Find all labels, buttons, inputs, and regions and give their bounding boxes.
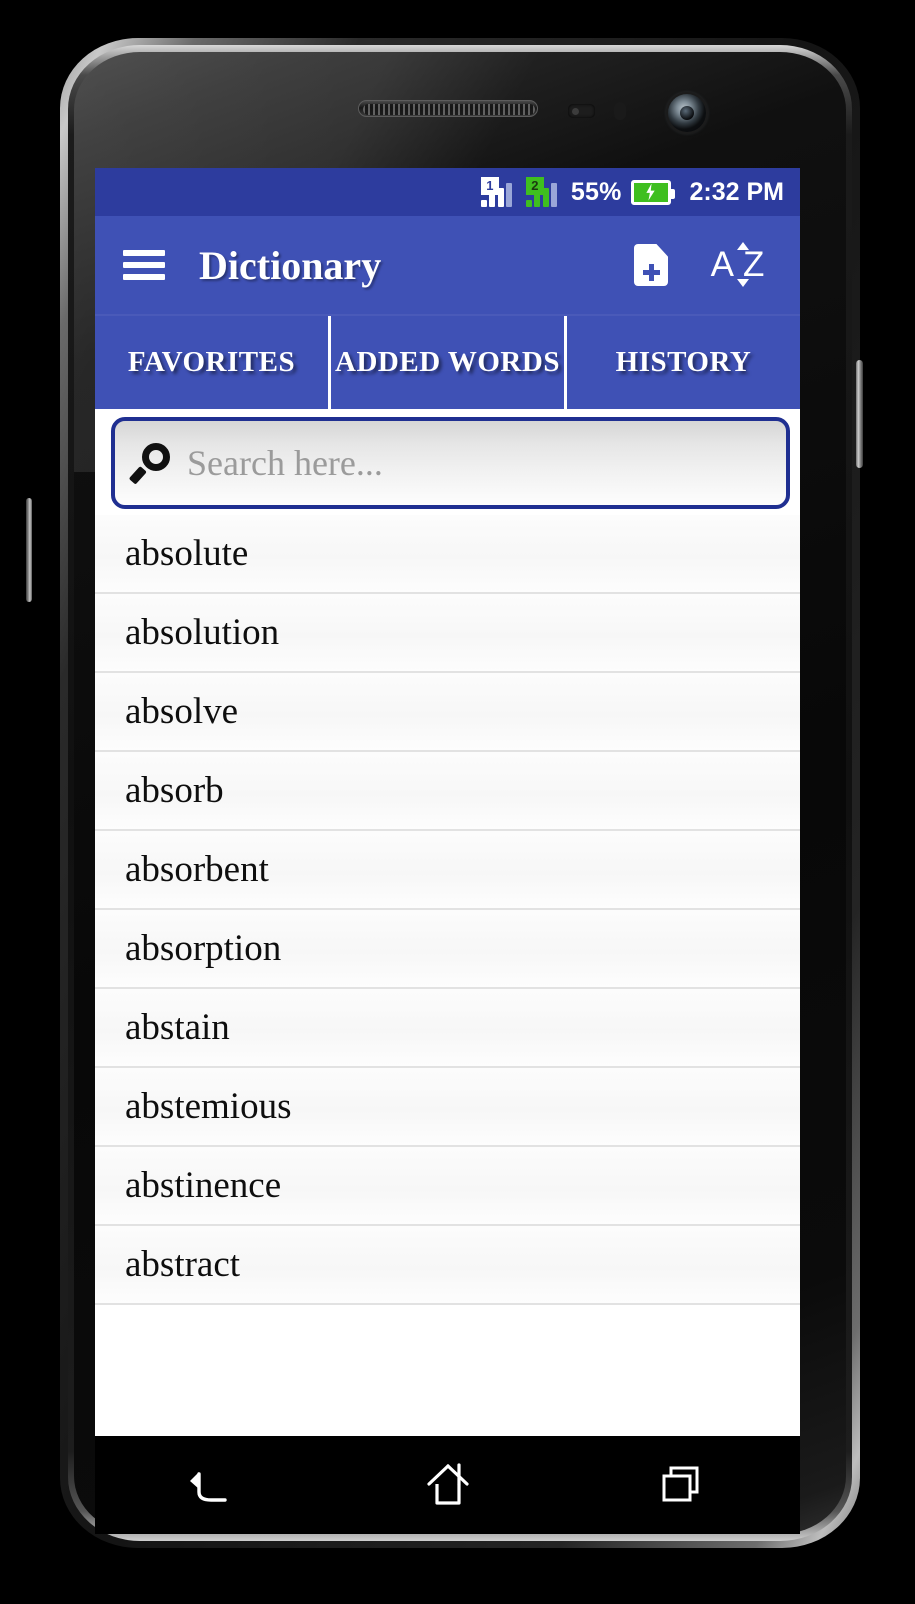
- word-label: absorb: [125, 770, 224, 811]
- charging-bolt-icon: [646, 183, 655, 201]
- sort-alphabetical-icon[interactable]: AZ: [711, 242, 768, 288]
- phone-screen: 1 2 55% 2:32 PM Dictionary AZ FAVORITES …: [95, 168, 800, 1436]
- word-label: abstract: [125, 1244, 241, 1285]
- word-label: abstinence: [125, 1165, 282, 1206]
- status-bar-right: 1 2 55% 2:32 PM: [480, 177, 784, 207]
- status-bar-clock: 2:32 PM: [689, 177, 784, 206]
- light-sensor-icon: [614, 102, 626, 120]
- word-list-item[interactable]: abstinence: [95, 1147, 800, 1226]
- screenshot-root: 1 2 55% 2:32 PM Dictionary AZ FAVORITES …: [0, 0, 915, 1604]
- word-list-item[interactable]: abstract: [95, 1226, 800, 1305]
- power-button[interactable]: [856, 360, 863, 468]
- earpiece-speaker-icon: [358, 100, 538, 117]
- word-list[interactable]: absolute absolution absolve absorb absorbent…: [95, 515, 800, 1305]
- tab-history-label: HISTORY: [615, 346, 752, 378]
- tab-history[interactable]: HISTORY: [564, 316, 800, 409]
- word-label: absolution: [125, 612, 280, 653]
- search-placeholder-label: Search here...: [187, 443, 383, 483]
- word-label: absorption: [125, 928, 282, 969]
- sim1-signal-bars: [480, 183, 517, 207]
- tab-favorites[interactable]: FAVORITES: [95, 316, 328, 409]
- status-bar: 1 2 55% 2:32 PM: [95, 168, 800, 216]
- hamburger-menu-icon[interactable]: [123, 250, 165, 280]
- sim1-signal-icon: 1: [480, 177, 517, 207]
- front-camera-icon: [668, 94, 706, 132]
- word-label: abstemious: [125, 1086, 292, 1127]
- document-add-icon[interactable]: [634, 244, 668, 286]
- android-navigation-bar: [95, 1436, 800, 1534]
- earpiece-mesh: [363, 104, 535, 115]
- volume-button[interactable]: [26, 498, 32, 602]
- back-arrow-icon[interactable]: [170, 1455, 256, 1515]
- search-input[interactable]: Search here...: [111, 417, 790, 509]
- sim2-signal-icon: 2: [525, 177, 562, 207]
- battery-charging-icon: [630, 179, 675, 205]
- word-label: absolve: [125, 691, 239, 732]
- word-list-item[interactable]: absorption: [95, 910, 800, 989]
- word-list-item[interactable]: absolute: [95, 515, 800, 594]
- sim2-signal-bars: [525, 183, 562, 207]
- word-label: absorbent: [125, 849, 269, 890]
- tab-favorites-label: FAVORITES: [127, 346, 296, 378]
- tab-added-words[interactable]: ADDED WORDS: [328, 316, 564, 409]
- word-list-item[interactable]: absolution: [95, 594, 800, 673]
- word-label: absolute: [125, 533, 249, 574]
- app-bar-actions: AZ: [634, 242, 768, 288]
- word-list-item[interactable]: absorbent: [95, 831, 800, 910]
- page-title: Dictionary: [199, 242, 382, 288]
- tab-added-words-label: ADDED WORDS: [335, 346, 560, 378]
- recent-apps-icon[interactable]: [640, 1455, 726, 1515]
- word-list-item[interactable]: absolve: [95, 673, 800, 752]
- search-container: Search here...: [95, 409, 800, 515]
- word-list-item[interactable]: abstemious: [95, 1068, 800, 1147]
- word-list-item[interactable]: abstain: [95, 989, 800, 1068]
- home-icon[interactable]: [405, 1455, 491, 1515]
- app-bar: Dictionary AZ: [95, 216, 800, 314]
- proximity-sensor-icon: [568, 104, 595, 118]
- tab-bar: FAVORITES ADDED WORDS HISTORY: [95, 314, 800, 409]
- search-icon: [128, 441, 179, 485]
- word-label: abstain: [125, 1007, 230, 1048]
- word-list-item[interactable]: absorb: [95, 752, 800, 831]
- battery-percent-label: 55%: [570, 177, 622, 206]
